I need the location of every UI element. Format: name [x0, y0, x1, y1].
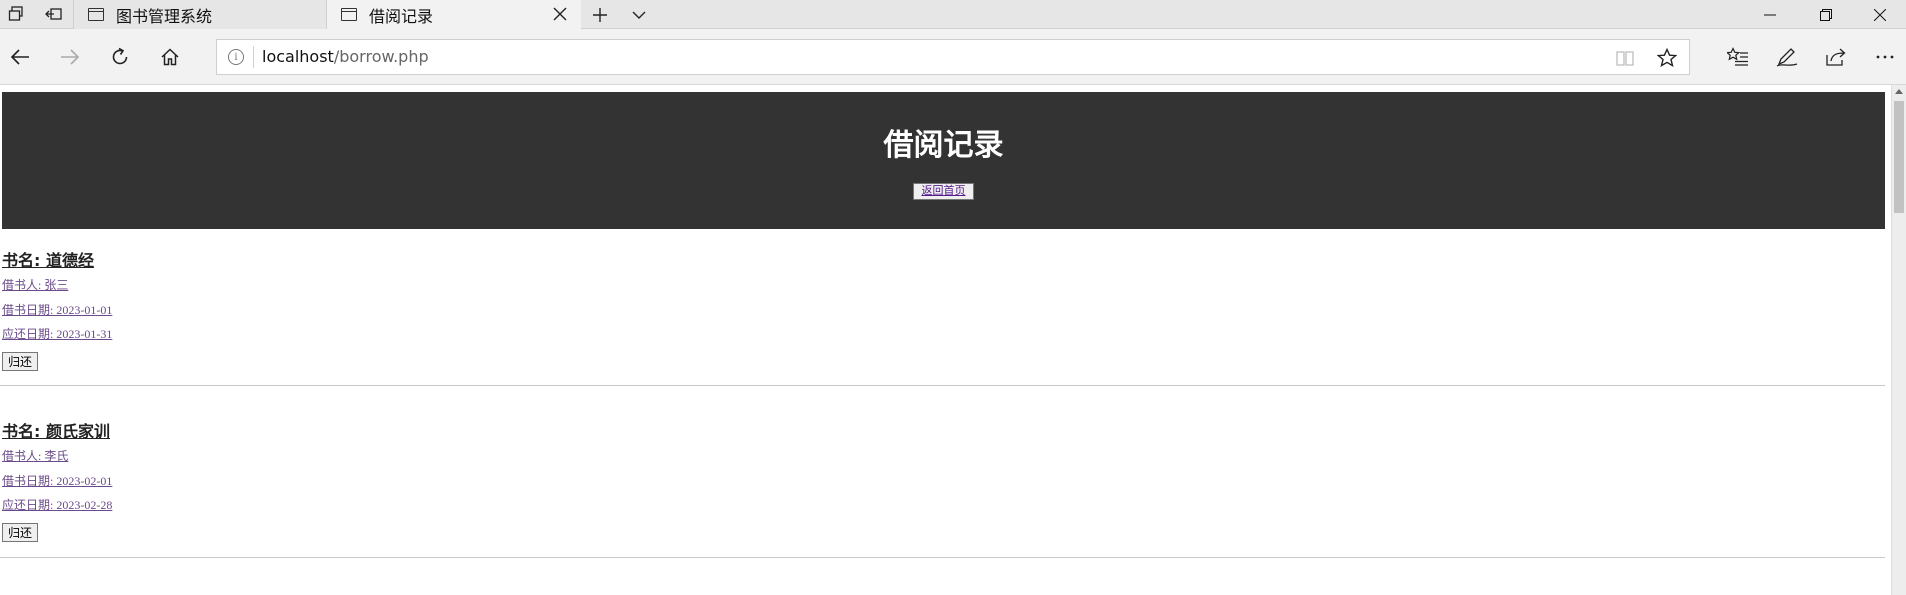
- set-aside-tabs-icon[interactable]: [40, 0, 68, 28]
- borrow-date[interactable]: 借书日期: 2023-02-01: [2, 472, 112, 489]
- close-icon[interactable]: [549, 3, 571, 25]
- info-icon[interactable]: i: [228, 49, 244, 65]
- page-icon: [341, 8, 357, 21]
- tab-bar: 图书管理系统 借阅记录: [0, 0, 1906, 29]
- vertical-scrollbar[interactable]: [1891, 85, 1906, 595]
- new-tab-icon[interactable]: [585, 0, 615, 29]
- home-icon[interactable]: [150, 37, 190, 77]
- url-host: localhost: [262, 47, 334, 66]
- tab-title: 借阅记录: [369, 6, 434, 26]
- due-date[interactable]: 应还日期: 2023-01-31: [2, 325, 112, 342]
- divider: [0, 385, 1885, 386]
- return-button[interactable]: 归还: [2, 352, 39, 371]
- borrower[interactable]: 借书人: 张三: [2, 276, 68, 293]
- navigation-bar: i localhost/borrow.php: [0, 29, 1906, 85]
- minimize-icon[interactable]: [1742, 0, 1798, 29]
- address-bar[interactable]: i localhost/borrow.php: [216, 39, 1690, 75]
- due-date[interactable]: 应还日期: 2023-02-28: [2, 496, 112, 513]
- return-button[interactable]: 归还: [2, 523, 39, 542]
- forward-icon: [50, 37, 90, 77]
- book-title[interactable]: 书名: 颜氏家训: [2, 418, 110, 442]
- scrollbar-thumb[interactable]: [1894, 101, 1904, 213]
- scroll-up-icon[interactable]: [1895, 89, 1903, 94]
- share-icon[interactable]: [1816, 37, 1856, 77]
- book-title[interactable]: 书名: 道德经: [2, 247, 94, 271]
- more-icon[interactable]: [1865, 37, 1905, 77]
- tab-title: 图书管理系统: [116, 6, 213, 26]
- tab-borrow-records[interactable]: 借阅记录: [327, 0, 581, 29]
- tab-manager-icon[interactable]: [2, 0, 30, 28]
- home-link[interactable]: 返回首页: [922, 185, 966, 197]
- page-header: 借阅记录 返回首页: [2, 92, 1885, 229]
- page-icon: [88, 8, 104, 21]
- borrower[interactable]: 借书人: 李氏: [2, 447, 68, 464]
- home-button[interactable]: 返回首页: [913, 183, 974, 200]
- favorite-star-icon[interactable]: [1655, 46, 1679, 70]
- back-icon[interactable]: [0, 37, 40, 77]
- chevron-down-icon[interactable]: [624, 0, 654, 29]
- favorites-list-icon[interactable]: [1718, 37, 1758, 77]
- window-close-icon[interactable]: [1852, 0, 1906, 29]
- borrow-date[interactable]: 借书日期: 2023-01-01: [2, 301, 112, 318]
- reading-view-icon: [1613, 46, 1637, 70]
- page-title: 借阅记录: [883, 128, 1004, 163]
- page-viewport: 借阅记录 返回首页 书名: 道德经 借书人: 张三 借书日期: 2023-01-…: [0, 85, 1906, 595]
- divider: [0, 557, 1885, 558]
- url-path: /borrow.php: [333, 47, 429, 66]
- pen-icon[interactable]: [1767, 37, 1807, 77]
- refresh-icon[interactable]: [100, 37, 140, 77]
- tab-library-system[interactable]: 图书管理系统: [73, 0, 327, 29]
- url-text[interactable]: localhost/borrow.php: [262, 47, 429, 66]
- restore-icon[interactable]: [1798, 0, 1854, 29]
